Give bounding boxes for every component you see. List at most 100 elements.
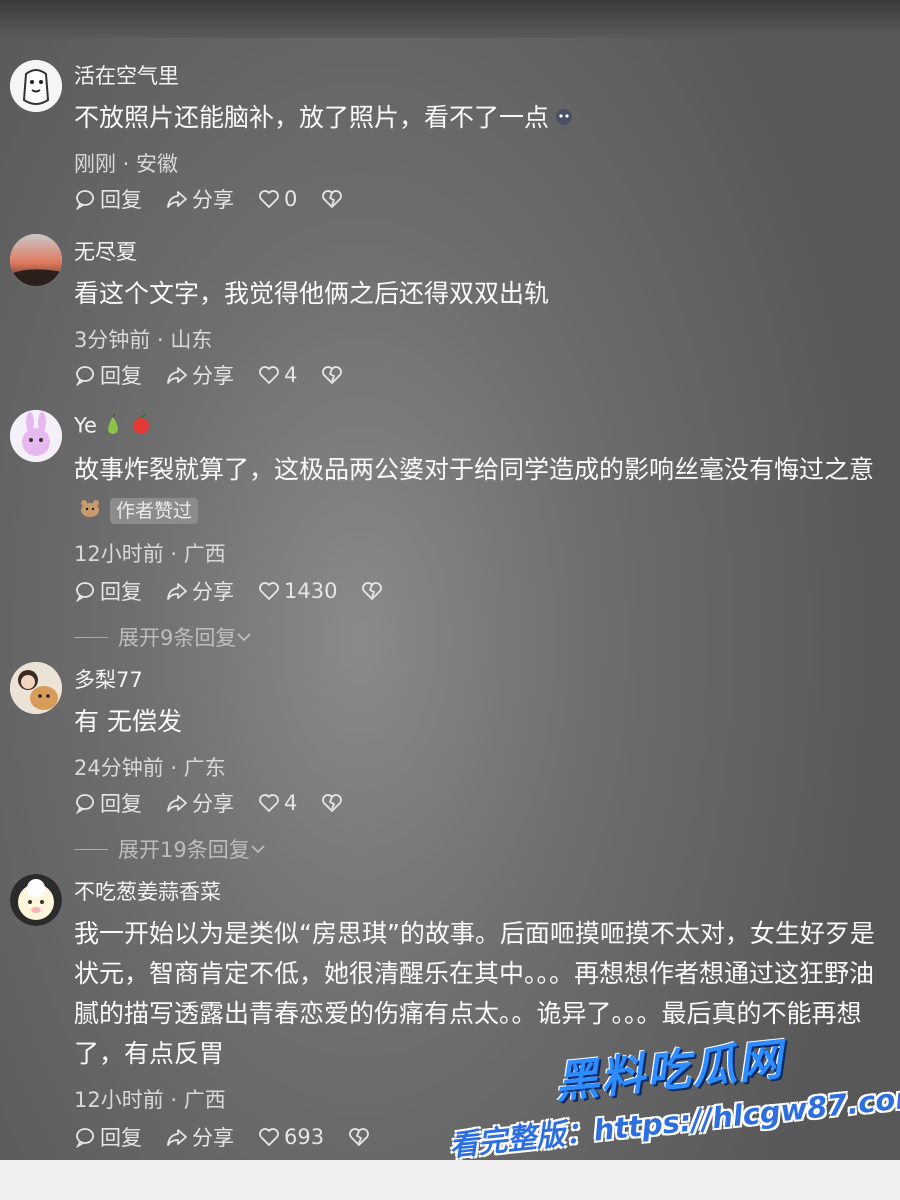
- share-arrow-icon: [167, 795, 187, 812]
- comment-actions: 回复 分享 1430: [74, 576, 411, 606]
- share-arrow-icon: [167, 191, 187, 208]
- pear-icon: [101, 412, 125, 441]
- reply-bubble-icon: [75, 1128, 94, 1148]
- username[interactable]: 活在空气里: [74, 60, 179, 90]
- avatar[interactable]: [10, 234, 62, 286]
- username[interactable]: Ye: [74, 412, 153, 441]
- like-button[interactable]: 4: [258, 791, 297, 815]
- comment-text: 不放照片还能脑补，放了照片，看不了一点: [74, 98, 894, 139]
- comment-actions: 回复 分享 693: [74, 1122, 398, 1152]
- share-label: 分享: [192, 364, 234, 388]
- comment-meta: 12小时前 · 广西: [74, 542, 226, 566]
- author-liked-badge: 作者赞过: [110, 498, 199, 524]
- chevron-down-icon: [251, 845, 265, 854]
- avatar[interactable]: [10, 874, 62, 926]
- like-count: 4: [284, 791, 298, 815]
- dislike-button[interactable]: [321, 188, 347, 210]
- heart-icon: [259, 190, 279, 208]
- comment-text-content: 不放照片还能脑补，放了照片，看不了一点: [74, 103, 550, 132]
- share-button[interactable]: 分享: [166, 576, 234, 606]
- like-button[interactable]: 4: [258, 363, 297, 387]
- reply-button[interactable]: 回复: [74, 576, 142, 606]
- reply-button[interactable]: 回复: [74, 360, 142, 390]
- share-button[interactable]: 分享: [166, 1122, 234, 1152]
- heart-icon: [259, 794, 279, 812]
- girl-with-dog-icon: [10, 662, 62, 714]
- comment-meta: 3分钟前 · 山东: [74, 328, 213, 352]
- expand-replies-label: 展开9条回复: [118, 626, 237, 650]
- username[interactable]: 多梨77: [74, 664, 143, 694]
- comment-meta: 刚刚 · 安徽: [74, 152, 179, 176]
- cartoon-rabbit-icon: [10, 410, 62, 462]
- comment-text: 看这个文字，我觉得他俩之后还得双双出轨: [74, 279, 550, 308]
- like-count: 0: [284, 187, 298, 211]
- share-arrow-icon: [167, 583, 187, 600]
- like-count: 4: [284, 363, 298, 387]
- reply-label: 回复: [100, 580, 142, 604]
- apple-icon: [129, 412, 153, 441]
- comment-text-content: 故事炸裂就算了，这极品两公婆对于给同学造成的影响丝毫没有悔过之意: [74, 455, 875, 484]
- expand-replies-label: 展开19条回复: [118, 838, 250, 862]
- expand-replies-button[interactable]: 展开9条回复: [74, 622, 252, 652]
- reply-label: 回复: [100, 1126, 142, 1150]
- reply-label: 回复: [100, 792, 142, 816]
- username-text: Ye: [74, 413, 97, 438]
- comment-meta: 24分钟前 · 广东: [74, 756, 226, 780]
- top-bar: [0, 0, 900, 38]
- broken-heart-icon: [322, 190, 343, 208]
- dislike-button[interactable]: [321, 792, 347, 814]
- avatar[interactable]: [10, 410, 62, 462]
- heart-icon: [259, 366, 279, 384]
- share-arrow-icon: [167, 367, 187, 384]
- share-button[interactable]: 分享: [166, 788, 234, 818]
- avatar[interactable]: [10, 60, 62, 112]
- avatar[interactable]: [10, 662, 62, 714]
- expand-replies-button[interactable]: 展开19条回复: [74, 834, 266, 864]
- reply-bubble-icon: [75, 794, 94, 814]
- share-label: 分享: [192, 792, 234, 816]
- dislike-button[interactable]: [321, 364, 347, 386]
- broken-heart-icon: [362, 582, 383, 600]
- ghost-emoji-icon: [553, 99, 575, 139]
- dislike-button[interactable]: [361, 580, 387, 602]
- reply-label: 回复: [100, 188, 142, 212]
- broken-heart-icon: [322, 794, 343, 812]
- share-arrow-icon: [167, 1129, 187, 1146]
- share-button[interactable]: 分享: [166, 360, 234, 390]
- reply-button[interactable]: 回复: [74, 1122, 142, 1152]
- comment-actions: 回复 分享 4: [74, 788, 371, 818]
- comment-text: 故事炸裂就算了，这极品两公婆对于给同学造成的影响丝毫没有悔过之意作者赞过: [74, 450, 894, 531]
- heart-icon: [259, 582, 279, 600]
- username[interactable]: 无尽夏: [74, 236, 137, 266]
- heart-icon: [259, 1128, 279, 1146]
- bear-emoji-icon: [78, 491, 102, 531]
- reply-button[interactable]: 回复: [74, 788, 142, 818]
- like-button[interactable]: 0: [258, 187, 297, 211]
- bottom-strip: [0, 1160, 900, 1200]
- reply-bubble-icon: [75, 190, 94, 210]
- username[interactable]: 不吃葱姜蒜香菜: [74, 876, 221, 906]
- share-label: 分享: [192, 580, 234, 604]
- divider-line: [74, 636, 108, 638]
- comment-meta: 12小时前 · 广西: [74, 1088, 226, 1112]
- reply-button[interactable]: 回复: [74, 184, 142, 214]
- like-button[interactable]: 693: [258, 1125, 324, 1149]
- broken-heart-icon: [349, 1128, 369, 1146]
- share-label: 分享: [192, 1126, 234, 1150]
- comment-actions: 回复 分享 0: [74, 184, 371, 214]
- share-label: 分享: [192, 188, 234, 212]
- reply-bubble-icon: [75, 366, 94, 386]
- like-count: 1430: [284, 579, 338, 603]
- reply-label: 回复: [100, 364, 142, 388]
- like-button[interactable]: 1430: [258, 579, 337, 603]
- dislike-button[interactable]: [348, 1126, 374, 1148]
- comment-actions: 回复 分享 4: [74, 360, 371, 390]
- comment-text: 有 无偿发: [74, 707, 182, 736]
- broken-heart-icon: [322, 366, 343, 384]
- share-button[interactable]: 分享: [166, 184, 234, 214]
- like-count: 693: [284, 1125, 325, 1149]
- sticker-face-icon: [10, 60, 62, 112]
- chevron-down-icon: [237, 633, 252, 642]
- cartoon-sheep-icon: [10, 874, 62, 926]
- sunset-photo-icon: [10, 234, 62, 286]
